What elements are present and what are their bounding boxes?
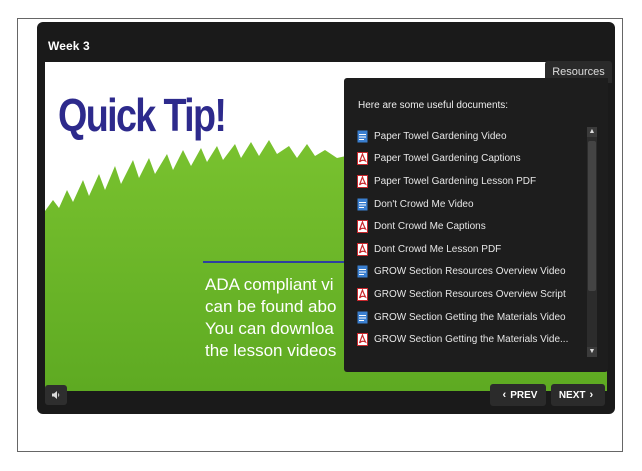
resource-label: Dont Crowd Me Lesson PDF [374,243,502,255]
resource-item[interactable]: GROW Section Resources Overview Video [357,261,583,284]
document-icon [357,198,368,211]
pdf-icon [357,220,368,234]
resource-label: Paper Towel Gardening Captions [374,153,521,165]
divider-line [203,261,363,263]
resource-label: Don't Crowd Me Video [374,198,474,210]
chevron-left-icon: ‹ [502,389,507,401]
resource-label: Paper Towel Gardening Lesson PDF [374,175,537,187]
pdf-icon [357,174,368,188]
document-icon [357,130,368,143]
resource-label: Dont Crowd Me Captions [374,221,486,233]
resource-item[interactable]: Don't Crowd Me Video [357,193,583,216]
resources-heading: Here are some useful documents: [358,100,509,111]
next-button[interactable]: NEXT › [551,384,605,406]
resource-item[interactable]: GROW Section Getting the Materials Vide.… [357,328,583,351]
resource-item[interactable]: Paper Towel Gardening Captions [357,148,583,171]
prev-button[interactable]: ‹ PREV [490,384,546,406]
player-controls: ‹ PREV NEXT › [37,379,615,414]
prev-label: PREV [510,389,538,401]
week-title: Week 3 [48,39,90,53]
resource-item[interactable]: Paper Towel Gardening Video [357,125,583,148]
resource-item[interactable]: Dont Crowd Me Lesson PDF [357,238,583,261]
resource-label: GROW Section Resources Overview Script [374,288,566,300]
resource-item[interactable]: Dont Crowd Me Captions [357,215,583,238]
scroll-up-icon[interactable]: ▲ [587,127,597,137]
next-label: NEXT [558,389,586,401]
resources-panel: Here are some useful documents: Paper To… [344,78,608,372]
quick-tip-heading: Quick Tip! [58,89,227,141]
resource-item[interactable]: Paper Towel Gardening Lesson PDF [357,170,583,193]
speaker-icon [52,391,60,399]
course-player: Week 3 Quick Tip! ADA compliant vi can b… [37,22,615,414]
scroll-thumb[interactable] [588,141,596,291]
resource-label: GROW Section Getting the Materials Vide.… [374,334,569,346]
resources-scrollbar[interactable]: ▲ ▼ [587,127,597,357]
resources-list: Paper Towel Gardening Video Paper Towel G… [357,125,583,351]
resource-label: Paper Towel Gardening Video [374,130,507,142]
chevron-right-icon: › [589,389,594,401]
volume-button[interactable] [45,385,67,405]
pdf-icon [357,242,368,256]
pdf-icon [357,152,368,166]
document-icon [357,311,368,324]
document-icon [357,265,368,278]
resource-item[interactable]: GROW Section Getting the Materials Video [357,306,583,329]
pdf-icon [357,333,368,347]
resource-label: GROW Section Getting the Materials Video [374,311,566,323]
resource-label: GROW Section Resources Overview Video [374,266,566,278]
scroll-down-icon[interactable]: ▼ [587,347,597,357]
resource-item[interactable]: GROW Section Resources Overview Script [357,283,583,306]
pdf-icon [357,287,368,301]
